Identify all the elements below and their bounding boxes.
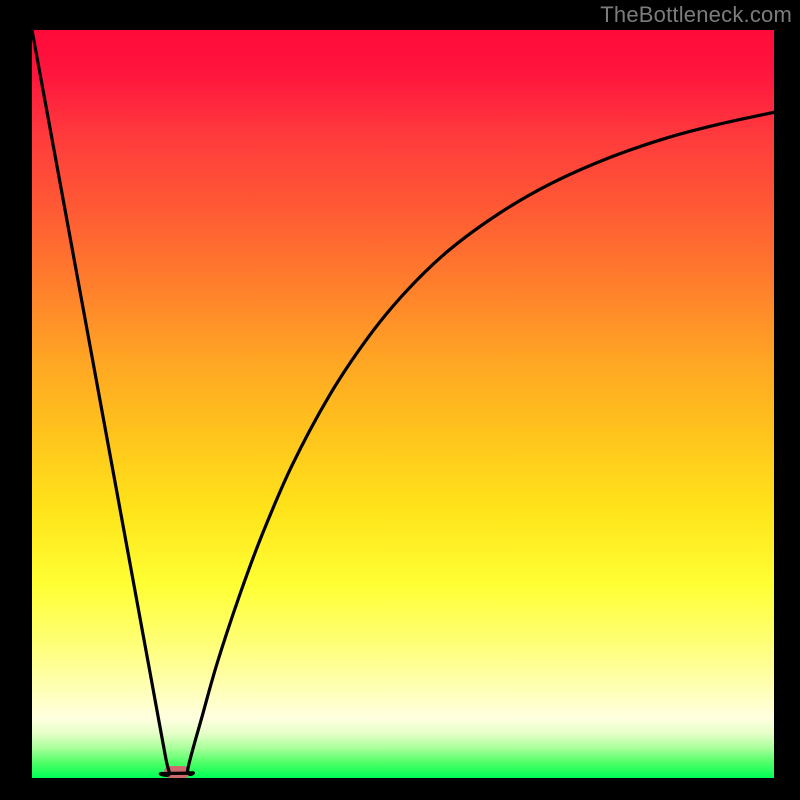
watermark-text: TheBottleneck.com (600, 2, 792, 28)
plot-area (32, 30, 774, 778)
bottleneck-marker (164, 766, 190, 778)
chart-frame: TheBottleneck.com (0, 0, 800, 800)
